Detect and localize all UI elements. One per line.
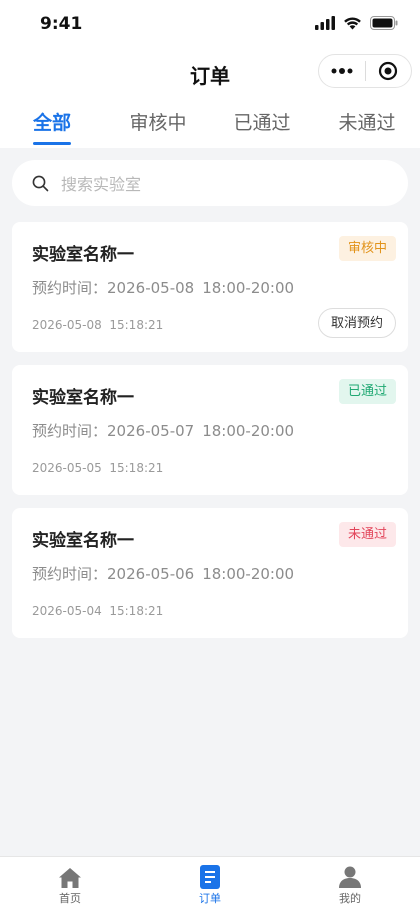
order-status-tabs: 全部 审核中 已通过 未通过 xyxy=(0,100,420,148)
status-badge: 未通过 xyxy=(338,522,396,547)
reserve-time: 预约时间：2026-05-06 18:00-20:00 xyxy=(32,563,294,584)
reserve-time: 预约时间：2026-05-07 18:00-20:00 xyxy=(32,420,294,441)
header-area: 9:41 订单 全部 审核中 已通过 未通过 xyxy=(0,0,420,148)
tab-failed[interactable]: 未通过 xyxy=(317,108,417,135)
lab-name: 实验室名称一 xyxy=(32,388,134,408)
reserve-date: 2026-05-08 xyxy=(107,279,195,297)
order-card[interactable]: 实验室名称一 未通过 预约时间：2026-05-06 18:00-20:00 20… xyxy=(12,508,408,638)
reserve-range: 18:00-20:00 xyxy=(202,422,295,440)
tabbar-item-mine[interactable]: 我的 xyxy=(310,861,390,906)
more-icon xyxy=(331,68,353,74)
reserve-range: 18:00-20:00 xyxy=(202,565,295,583)
status-badge: 审核中 xyxy=(338,236,396,261)
search-bar[interactable]: 搜索实验室 xyxy=(12,160,408,206)
reserve-label: 预约时间： xyxy=(32,565,108,583)
mini-program-capsule xyxy=(318,54,412,88)
bottom-tab-bar: 首页 订单 我的 xyxy=(0,856,420,910)
wifi-icon xyxy=(344,17,361,30)
created-time: 2026-05-08 15:18:21 xyxy=(32,318,164,332)
created-time: 2026-05-05 15:18:21 xyxy=(32,461,164,475)
tab-pending[interactable]: 审核中 xyxy=(108,108,208,135)
tabbar-item-orders[interactable]: 订单 xyxy=(170,861,250,906)
tabbar-label-orders: 订单 xyxy=(199,892,221,905)
reserve-date: 2026-05-07 xyxy=(107,422,195,440)
lab-name: 实验室名称一 xyxy=(32,245,134,265)
lab-name: 实验室名称一 xyxy=(32,531,134,551)
order-icon xyxy=(200,865,220,889)
target-icon xyxy=(379,61,398,81)
home-icon xyxy=(59,868,81,888)
tabbar-item-home[interactable]: 首页 xyxy=(30,861,110,906)
tabbar-label-home: 首页 xyxy=(59,892,81,905)
status-bar: 9:41 xyxy=(0,0,420,48)
user-icon xyxy=(339,866,361,888)
tab-all[interactable]: 全部 xyxy=(2,108,102,135)
status-icons xyxy=(315,16,398,30)
reserve-label: 预约时间： xyxy=(32,422,108,440)
status-time: 9:41 xyxy=(40,14,83,34)
order-card[interactable]: 实验室名称一 已通过 预约时间：2026-05-07 18:00-20:00 20… xyxy=(12,365,408,495)
tab-passed[interactable]: 已通过 xyxy=(212,108,312,135)
reserve-date: 2026-05-06 xyxy=(107,565,195,583)
search-input[interactable]: 搜索实验室 xyxy=(61,171,141,195)
created-time: 2026-05-04 15:18:21 xyxy=(32,604,164,618)
battery-icon xyxy=(370,16,398,30)
cancel-reservation-button[interactable]: 取消预约 xyxy=(317,308,396,338)
active-tab-indicator xyxy=(33,142,71,145)
signal-icon xyxy=(315,16,335,30)
order-card[interactable]: 实验室名称一 审核中 预约时间：2026-05-08 18:00-20:00 20… xyxy=(12,222,408,352)
nav-bar: 订单 xyxy=(0,48,420,100)
reserve-time: 预约时间：2026-05-08 18:00-20:00 xyxy=(32,277,294,298)
search-icon xyxy=(32,175,49,191)
reserve-range: 18:00-20:00 xyxy=(202,279,295,297)
close-program-button[interactable] xyxy=(365,55,411,87)
tabbar-label-mine: 我的 xyxy=(339,892,361,905)
status-badge: 已通过 xyxy=(338,379,396,404)
more-button[interactable] xyxy=(319,55,365,87)
reserve-label: 预约时间： xyxy=(32,279,108,297)
